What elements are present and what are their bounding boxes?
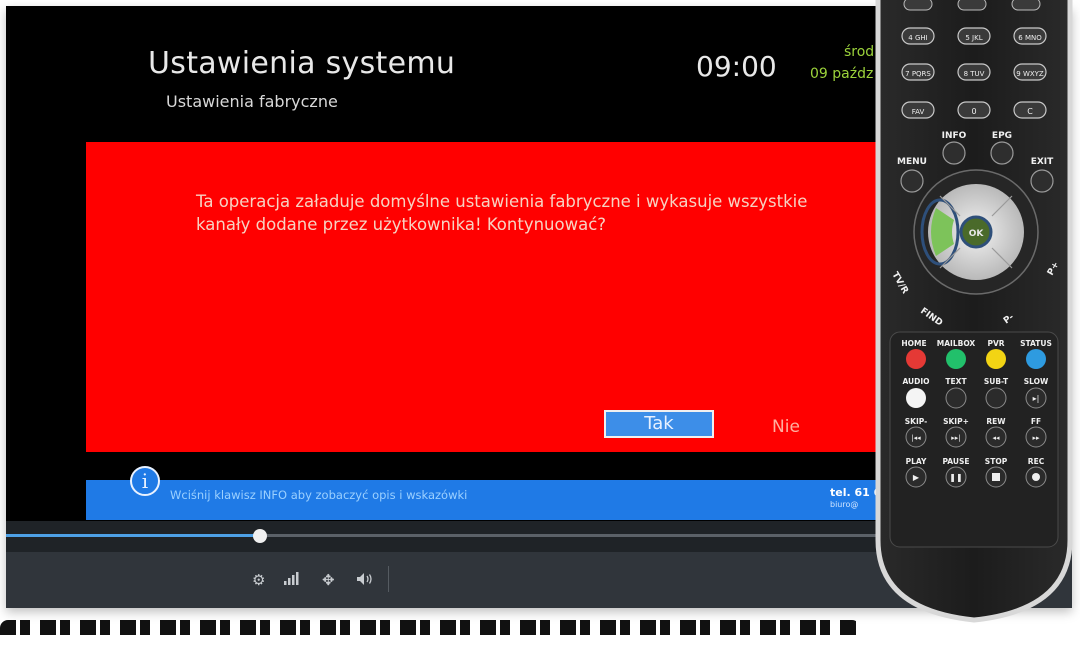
progress-handle[interactable] (252, 529, 267, 543)
stop-label: STOP (985, 457, 1008, 466)
clock: 09:00 (696, 50, 777, 83)
info-button[interactable] (942, 141, 966, 165)
play-label: PLAY (906, 457, 927, 466)
audio-label: AUDIO (902, 377, 929, 386)
pause-icon: ❚❚ (949, 473, 962, 482)
key-7-label: 7 PQRS (905, 70, 931, 78)
yellow-pvr-button[interactable] (986, 349, 1006, 369)
date-label: 09 paźdz (810, 66, 874, 82)
progress-fill (6, 534, 260, 537)
ok-label: OK (969, 229, 985, 239)
no-button[interactable]: Nie (772, 417, 800, 437)
remote-menu-label: MENU (897, 157, 927, 167)
text-button[interactable] (945, 387, 967, 409)
slow-label: SLOW (1024, 377, 1049, 386)
skip-plus-label: SKIP+ (943, 417, 969, 426)
key-8-label: 8 TUV (964, 70, 985, 78)
home-label: HOME (901, 339, 926, 348)
key-6-label: 6 MNO (1018, 34, 1042, 42)
play-icon: ▶ (913, 473, 920, 482)
rewind-icon: ◂◂ (992, 434, 1000, 442)
blue-status-button[interactable] (1026, 349, 1046, 369)
remote-exit-label: EXIT (1031, 157, 1054, 167)
red-home-button[interactable] (906, 349, 926, 369)
key-5-label: 5 JKL (965, 34, 982, 42)
rec-label: REC (1028, 457, 1045, 466)
key-4-label: 4 GHI (908, 34, 927, 42)
dialog-message: Ta operacja załaduje domyślne ustawienia… (196, 192, 808, 234)
key-c-label: C (1027, 107, 1033, 116)
signal-icon[interactable] (284, 571, 302, 588)
key-9-label: 9 WXYZ (1016, 70, 1044, 78)
exit-button[interactable] (1030, 169, 1054, 193)
green-mailbox-button[interactable] (946, 349, 966, 369)
rew-label: REW (986, 417, 1006, 426)
audio-button[interactable] (906, 388, 926, 408)
page-title: Ustawienia systemu (148, 46, 456, 81)
stop-icon (992, 473, 1000, 481)
controls-divider (388, 566, 389, 592)
day-label: środ (844, 44, 875, 60)
yes-button[interactable]: Tak (604, 410, 714, 438)
remote-number-keys[interactable]: 4 GHI 5 JKL 6 MNO 7 PQRS 8 TUV 9 WXYZ FA… (901, 27, 1047, 119)
info-hint: Wciśnij klawisz INFO aby zobaczyć opis i… (170, 488, 468, 502)
epg-button[interactable] (990, 141, 1014, 165)
remote-epg-label: EPG (992, 131, 1012, 141)
remote-info-label: INFO (942, 131, 967, 141)
text-label: TEXT (945, 377, 967, 386)
fast-forward-icon: ▸▸ (1032, 434, 1040, 442)
subt-label: SUB-T (984, 377, 1009, 386)
pause-label: PAUSE (943, 457, 970, 466)
info-icon: i (130, 466, 160, 496)
page-subtitle: Ustawienia fabryczne (166, 92, 338, 111)
volume-icon[interactable] (356, 572, 374, 589)
pvr-label: PVR (987, 339, 1004, 348)
key-fav-label: FAV (912, 108, 925, 116)
remote-dpad[interactable]: OK (913, 169, 1039, 295)
skip-back-icon: |◂◂ (911, 434, 921, 442)
remote-top-row (903, 0, 1041, 11)
ff-label: FF (1031, 417, 1041, 426)
remote-control: 4 GHI 5 JKL 6 MNO 7 PQRS 8 TUV 9 WXYZ FA… (875, 0, 1073, 623)
contact-email: biuro@ (830, 500, 859, 509)
mailbox-label: MAILBOX (937, 339, 976, 348)
skip-forward-icon: ▸▸| (951, 434, 960, 442)
key-0-label: 0 (971, 107, 976, 116)
slow-icon: ▸| (1033, 394, 1040, 403)
subt-button[interactable] (985, 387, 1007, 409)
menu-button[interactable] (900, 169, 924, 193)
status-label: STATUS (1020, 339, 1052, 348)
skip-minus-label: SKIP- (905, 417, 927, 426)
settings-icon[interactable]: ⚙ (252, 572, 265, 588)
rec-icon (1032, 473, 1040, 481)
move-icon[interactable]: ✥ (322, 572, 335, 588)
